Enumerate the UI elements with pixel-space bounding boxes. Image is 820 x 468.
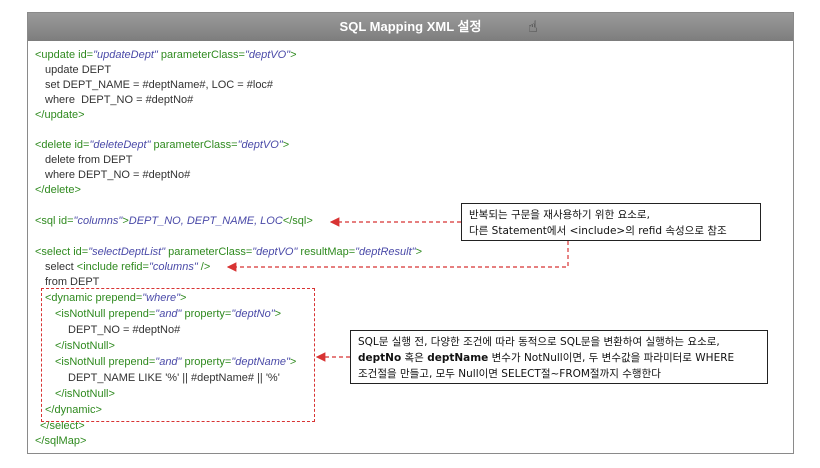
- xml-panel: SQL Mapping XML 설정 ☝ <update id="updateD…: [27, 12, 794, 454]
- connector-arrows: [226, 217, 569, 362]
- arrow-to-include: [226, 241, 569, 272]
